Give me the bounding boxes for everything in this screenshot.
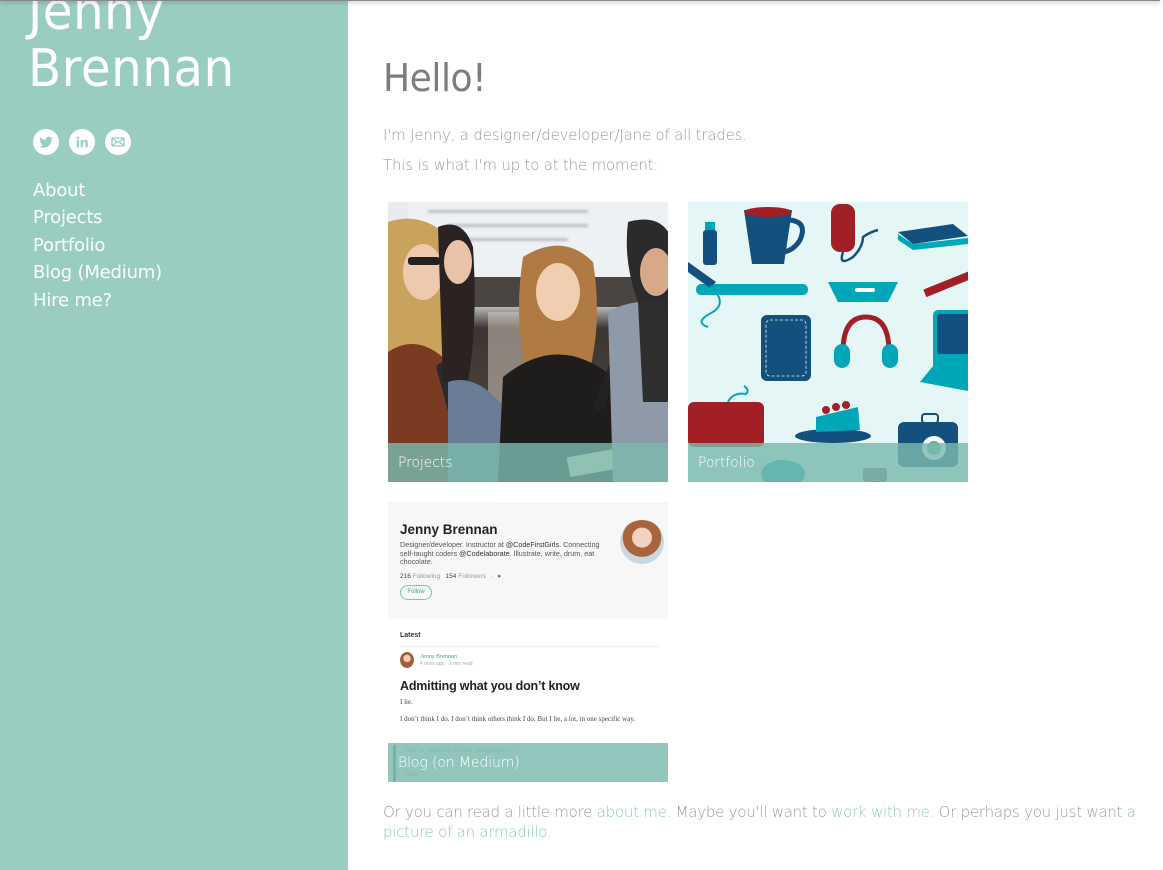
outro-text-2: Maybe you'll want to (671, 803, 832, 821)
latest-label: Latest (400, 632, 421, 639)
intro: I'm Jenny, a designer/developer/Jane of … (383, 120, 747, 180)
intro-line-1: I'm Jenny, a designer/developer/Jane of … (383, 126, 747, 144)
post-author: Jenny Brennan (420, 654, 457, 660)
window-top-edge (0, 0, 1160, 1)
projects-caption: Projects (388, 443, 668, 482)
site-name-first: Jenny (28, 0, 165, 42)
nav-about[interactable]: About (33, 177, 162, 204)
outro-text: Or you can read a little more about me. … (383, 802, 1153, 842)
work-with-me-link[interactable]: work with me. (831, 803, 934, 821)
post-line-2: I don’t think I do. I don’t think others… (400, 715, 636, 723)
divider (400, 646, 660, 647)
follow-button: Follow (400, 585, 432, 600)
about-me-link[interactable]: about me. (597, 803, 672, 821)
email-icon (111, 137, 125, 147)
site-name[interactable]: Jenny Brennan (28, 0, 235, 98)
following-label: Following (412, 573, 441, 580)
twitter-icon: ● (497, 573, 502, 580)
portfolio-illustration (688, 202, 968, 482)
linkedin-icon (76, 136, 88, 148)
nav-portfolio[interactable]: Portfolio (33, 232, 162, 259)
outro-text-3: Or perhaps you just want (934, 803, 1127, 821)
profile-name: Jenny Brennan (400, 522, 498, 537)
followers-count: 154 (445, 573, 457, 580)
profile-bio: Designer/developer. Instructor at @CodeF… (400, 540, 600, 567)
outro-text-1: Or you can read a little more (383, 803, 597, 821)
blog-preview: Jenny Brennan Designer/developer. Instru… (388, 502, 668, 782)
nav-projects[interactable]: Projects (33, 204, 162, 231)
portfolio-card[interactable]: Portfolio (688, 202, 968, 482)
blog-caption: Blog (on Medium) (388, 743, 668, 782)
projects-card[interactable]: Projects (388, 202, 668, 482)
twitter-icon (39, 136, 53, 148)
linkedin-link[interactable] (69, 129, 95, 155)
projects-photo (388, 202, 668, 482)
email-link[interactable] (105, 129, 131, 155)
nav-hire-me[interactable]: Hire me? (33, 287, 162, 314)
intro-line-2: This is what I'm up to at the moment: (383, 156, 659, 174)
bio-handle: @Codelaborate (459, 548, 510, 558)
medium-profile-preview: Jenny Brennan Designer/developer. Instru… (388, 502, 668, 619)
sidebar: Jenny Brennan About Projects Portfolio B… (0, 0, 348, 870)
nav-blog[interactable]: Blog (Medium) (33, 259, 162, 286)
author-avatar (400, 652, 414, 668)
sidebar-nav: About Projects Portfolio Blog (Medium) H… (33, 177, 162, 314)
post-line-1: I lie. (400, 698, 413, 706)
portfolio-caption: Portfolio (688, 443, 968, 482)
blog-card[interactable]: Jenny Brennan Designer/developer. Instru… (388, 502, 668, 782)
social-links (33, 129, 131, 155)
followers-label: Followers (458, 573, 487, 580)
profile-avatar (620, 520, 664, 564)
page-title: Hello! (383, 56, 487, 100)
site-name-last: Brennan (28, 39, 235, 99)
post-title: Admitting what you don’t know (400, 679, 580, 693)
following-count: 216 (400, 573, 411, 580)
profile-stats: 216 Following 154 Followers · ● (400, 573, 502, 580)
post-meta: 4 mins ago · 2 min read (420, 661, 473, 667)
twitter-link[interactable] (33, 129, 59, 155)
